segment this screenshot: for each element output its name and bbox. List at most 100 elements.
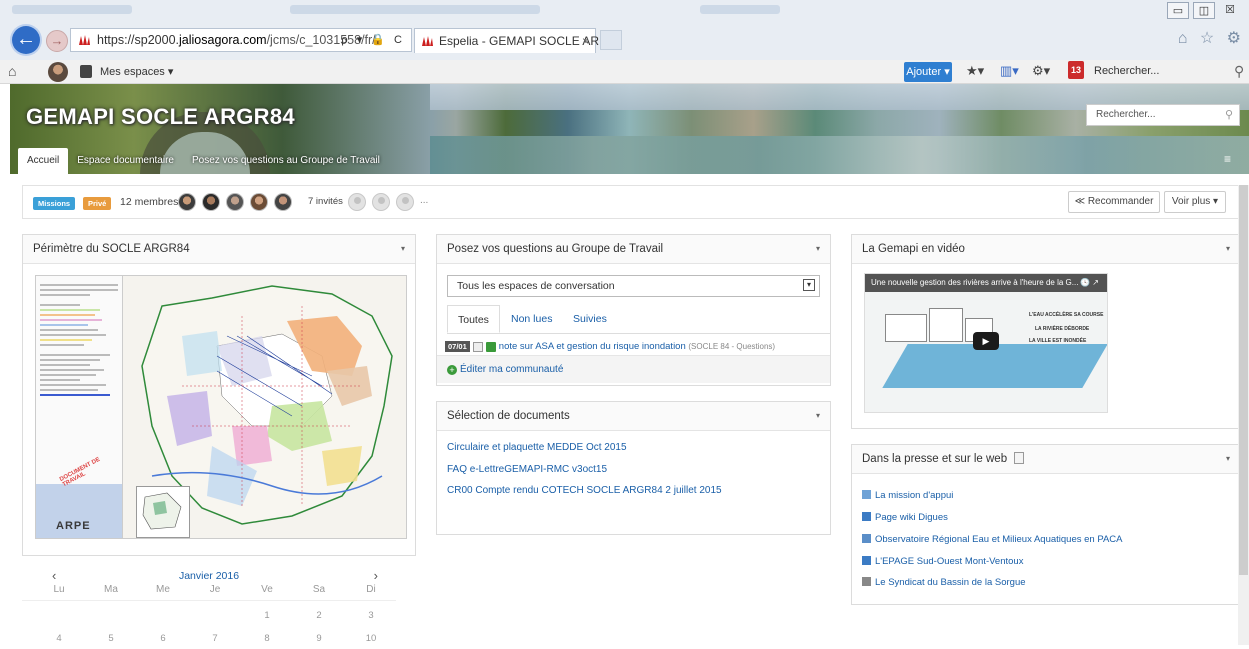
toolbar-search[interactable]: Rechercher... [1094,65,1159,77]
press-item[interactable]: Le Syndicat du Bassin de la Sorgue [862,577,1026,588]
close-window-button[interactable]: ☒ [1219,2,1241,19]
home-icon[interactable]: ⌂ [8,63,16,79]
member-avatar[interactable] [274,193,292,211]
members-count[interactable]: 12 membres [120,196,178,208]
missions-badge[interactable]: Missions [33,197,76,210]
portlet-header: Posez vos questions au Groupe de Travail… [437,235,830,264]
document-link[interactable]: Circulaire et plaquette MEDDE Oct 2015 [447,442,627,453]
settings-icon[interactable]: ⚙▾ [1032,63,1050,79]
conversation-source: (SOCLE 84 - Questions) [688,342,776,352]
calendar-day[interactable]: 1 [244,610,290,621]
chevron-down-icon[interactable]: ▾ [816,402,820,430]
guests-count[interactable]: 7 invités [308,196,343,207]
my-spaces-menu[interactable]: Mes espaces ▾ [100,65,173,78]
user-avatar[interactable] [48,62,68,82]
calendar-day[interactable]: 9 [296,633,342,644]
chevron-down-icon[interactable]: ▾ [803,279,815,291]
press-portlet: Dans la presse et sur le web ▾ La missio… [851,444,1241,605]
notifications-badge[interactable]: 13 [1068,61,1084,79]
link-icon [862,512,871,521]
space-title[interactable]: GEMAPI SOCLE ARGR84 [26,104,295,130]
calendar-day[interactable]: 10 [348,633,394,644]
calendar-day[interactable]: 8 [244,633,290,644]
legend-line [40,379,80,381]
new-tab-button[interactable] [600,30,622,50]
calendar-day[interactable]: 6 [140,633,186,644]
press-link[interactable]: L'EPAGE Sud-Ouest Mont-Ventoux [875,556,1023,567]
press-item[interactable]: Page wiki Digues [862,512,948,523]
view-icon[interactable]: ▥▾ [1000,63,1019,79]
scrollbar-thumb[interactable] [1239,185,1248,575]
edit-community-link[interactable]: Éditer ma communauté [460,364,563,375]
calendar-day[interactable]: 5 [88,633,134,644]
conversation-item[interactable]: 07/01 note sur ASA et gestion du risque i… [445,341,775,352]
perimetre-map[interactable]: ARPE DOCUMENT DE TRAVAIL [35,275,407,539]
address-tools[interactable]: ρ ▾ 🔒 C [341,29,405,51]
calendar-day[interactable]: 7 [192,633,238,644]
video-share-icon[interactable]: 🕓 ↗ [1080,274,1099,292]
browser-tool-icons[interactable]: ⌂ ☆ ⚙ [1178,28,1245,48]
tab-accueil[interactable]: Accueil [18,148,69,174]
video-title-bar[interactable]: Une nouvelle gestion des rivières arrive… [865,274,1107,292]
tab-espace-documentaire[interactable]: Espace documentaire [68,148,183,174]
recommend-button[interactable]: ≪ Recommander [1068,191,1160,213]
conversation-link[interactable]: note sur ASA et gestion du risque inonda… [499,341,686,352]
calendar-month[interactable]: Janvier 2016 [22,570,396,582]
press-item[interactable]: La mission d'appui [862,490,953,501]
tab-toutes[interactable]: Toutes [447,305,500,333]
calendar-next-icon[interactable]: › [374,568,378,583]
guest-avatar[interactable] [396,193,414,211]
member-avatar[interactable] [226,193,244,211]
member-avatar[interactable] [250,193,268,211]
video-caption: L'EAU ACCÉLÈRE SA COURSE [1029,312,1104,318]
conversation-select[interactable]: Tous les espaces de conversation ▾ [447,275,820,297]
see-more-button[interactable]: Voir plus ▾ [1164,191,1226,213]
titlebar-blur [12,5,132,14]
document-link[interactable]: CR00 Compte rendu COTECH SOCLE ARGR84 2 … [447,485,722,496]
space-nav: Accueil Espace documentaire Posez vos qu… [18,148,389,174]
guest-avatar[interactable] [348,193,366,211]
close-tab-icon[interactable]: × [582,29,589,53]
member-avatar[interactable] [202,193,220,211]
document-link[interactable]: FAQ e-LettreGEMAPI-RMC v3oct15 [447,464,607,475]
forward-button[interactable]: → [46,30,68,52]
guest-avatar[interactable] [372,193,390,211]
press-item[interactable]: L'EPAGE Sud-Ouest Mont-Ventoux [862,556,1023,567]
more-guests[interactable]: ... [420,195,428,206]
menu-icon[interactable]: ≡ [1224,152,1231,166]
press-link[interactable]: La mission d'appui [875,490,953,501]
chevron-down-icon[interactable]: ▾ [1226,445,1230,473]
search-icon[interactable]: ⚲ [1234,63,1244,80]
tab-non-lues[interactable]: Non lues [501,305,562,333]
tab-suivies[interactable]: Suivies [563,305,617,333]
member-avatar[interactable] [178,193,196,211]
calendar-day[interactable]: 3 [348,610,394,621]
browser-tab[interactable]: Espelia - GEMAPI SOCLE AR... × [414,28,609,53]
tab-questions[interactable]: Posez vos questions au Groupe de Travail [183,148,389,174]
map-inset [136,486,190,538]
search-icon[interactable]: ⚲ [1225,105,1233,125]
chevron-down-icon[interactable]: ▾ [401,235,405,263]
video-player[interactable]: Une nouvelle gestion des rivières arrive… [864,273,1108,413]
minimize-button[interactable]: ▭ [1167,2,1189,19]
press-link[interactable]: Le Syndicat du Bassin de la Sorgue [875,577,1026,588]
calendar-week: 4 5 6 7 8 9 10 [22,633,396,649]
space-search-input[interactable]: Rechercher... ⚲ [1086,104,1240,126]
chevron-down-icon[interactable]: ▾ [816,235,820,263]
back-button[interactable]: ← [12,26,40,54]
press-link[interactable]: Observatoire Régional Eau et Milieux Aqu… [875,534,1123,545]
add-button[interactable]: Ajouter ▾ [904,62,952,82]
page-scrollbar[interactable] [1238,185,1249,645]
calendar-day[interactable]: 4 [36,633,82,644]
play-icon[interactable]: ▶ [973,332,999,350]
inset-drawing [142,492,182,530]
chevron-down-icon[interactable]: ▾ [1226,235,1230,263]
legend-line [40,304,80,306]
press-link[interactable]: Page wiki Digues [875,512,948,523]
favorites-icon[interactable]: ★▾ [966,63,984,79]
legend-line [40,389,98,391]
calendar-day[interactable]: 2 [296,610,342,621]
press-item[interactable]: Observatoire Régional Eau et Milieux Aqu… [862,534,1123,545]
address-bar[interactable]: https://sp2000.jaliosagora.com/jcms/c_10… [70,28,412,52]
maximize-button[interactable]: ◫ [1193,2,1215,19]
